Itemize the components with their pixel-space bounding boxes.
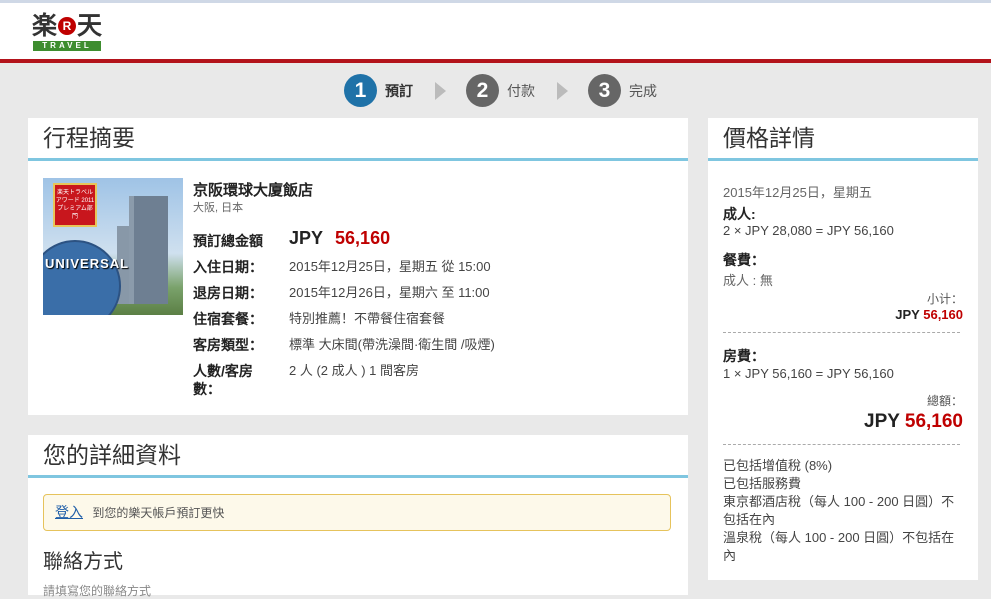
grand-total-amount: 56,160	[904, 411, 963, 432]
plan-row: 住宿套餐： 特別推薦！不帶餐住宿套餐	[193, 310, 445, 328]
room-fee-label: 房費：	[723, 348, 765, 364]
step-complete: 3 完成	[588, 74, 657, 107]
subtotal-amount: 56,160	[923, 307, 963, 322]
award-badge: 楽天トラベル アワード 2011 プレミアム部門	[53, 183, 97, 227]
tax-note: 已包括服務費	[723, 476, 802, 491]
rakuten-travel-logo[interactable]: 楽 R 天 TRAVEL	[32, 12, 104, 52]
total-label: 預訂總金額	[193, 233, 263, 249]
step-booking: 1 預訂	[344, 74, 413, 107]
subtotal-value: JPY 56,160	[895, 307, 963, 322]
info-label: 退房日期：	[193, 285, 263, 301]
checkin-row: 入住日期： 2015年12月25日，星期五 從 15:00	[193, 258, 491, 276]
total-label: 總額：	[926, 394, 963, 408]
step-number: 3	[588, 74, 621, 107]
panel-title: 您的詳細資料	[28, 435, 688, 478]
step-number: 2	[466, 74, 499, 107]
logo-char-left: 楽	[32, 11, 58, 40]
total-amount: 56,160	[335, 228, 391, 248]
hotel-name: 京阪環球大廈飯店	[193, 182, 314, 199]
price-details-panel: 價格詳情 2015年12月25日，星期五 成人: 2 × JPY 28,080 …	[708, 118, 978, 580]
your-details-panel: 您的詳細資料 登入 到您的樂天帳戶預訂更快 聯絡方式 請填寫您的聯絡方式	[28, 435, 688, 598]
divider	[723, 332, 960, 333]
step-arrow-icon	[435, 81, 446, 100]
info-label: 客房類型：	[193, 337, 263, 353]
info-value: 特別推薦！不帶餐住宿套餐	[289, 311, 446, 326]
subtotal-label: 小计：	[926, 292, 963, 306]
checkout-row: 退房日期： 2015年12月26日，星期六 至 11:00	[193, 284, 490, 302]
info-value: 2015年12月26日，星期六 至 11:00	[289, 285, 490, 300]
logo-travel-bar: TRAVEL	[33, 41, 101, 51]
step-label: 付款	[507, 82, 535, 99]
contact-section-title: 聯絡方式	[43, 551, 123, 573]
hotel-location: 大阪, 日本	[193, 202, 244, 214]
step-label: 完成	[629, 82, 657, 99]
total-row: 預訂總金額 JPY 56,160	[193, 228, 390, 250]
info-label: 住宿套餐：	[193, 311, 263, 327]
tax-note: 東京都酒店稅（每人 100 - 200 日圓）不包括在內	[723, 494, 955, 527]
logo-char-right: 天	[77, 11, 103, 40]
login-link[interactable]: 登入	[55, 504, 83, 520]
room-type-row: 客房類型： 標準 大床間(帶洗澡間·衛生間 /吸煙)	[193, 336, 495, 354]
globe-icon	[43, 240, 121, 315]
step-payment: 2 付款	[466, 74, 535, 107]
tax-note: 溫泉稅（每人 100 - 200 日圓）不包括在內	[723, 530, 955, 563]
subtotal-currency: JPY	[895, 307, 920, 322]
site-header: 楽 R 天 TRAVEL	[0, 3, 991, 63]
adult-calculation: 2 × JPY 28,080 = JPY 56,160	[723, 223, 894, 238]
contact-section-subtitle: 請填寫您的聯絡方式	[43, 584, 152, 598]
meal-label: 餐費：	[723, 252, 765, 268]
step-label: 預訂	[385, 82, 413, 99]
info-label: 人數/客房數：	[193, 363, 253, 397]
adult-label: 成人:	[723, 206, 756, 222]
panel-title: 行程摘要	[28, 118, 688, 161]
globe-lettering: UNIVERSAL	[45, 256, 130, 271]
hotel-building	[129, 196, 168, 304]
guests-row: 人數/客房數： 2 人 (2 成人 ) 1 間客房	[193, 362, 419, 398]
hotel-photo: UNIVERSAL 楽天トラベル アワード 2011 プレミアム部門	[43, 178, 183, 315]
total-value: JPY 56,160	[289, 228, 390, 249]
meal-value: 成人 : 無	[723, 273, 773, 288]
step-arrow-icon	[557, 81, 568, 100]
tax-note: 已包括增值稅 (8%)	[723, 458, 833, 473]
logo-r-icon: R	[58, 17, 77, 35]
divider	[723, 444, 960, 445]
total-currency: JPY	[289, 228, 324, 248]
info-value: 標準 大床間(帶洗澡間·衛生間 /吸煙)	[289, 337, 495, 352]
grand-total-value: JPY 56,160	[864, 411, 963, 433]
booking-progress: 1 預訂 2 付款 3 完成	[344, 74, 657, 107]
info-label: 入住日期：	[193, 259, 263, 275]
login-prompt-text: 到您的樂天帳戶預訂更快	[92, 506, 225, 520]
info-value: 2 人 (2 成人 ) 1 間客房	[289, 363, 420, 378]
itinerary-summary-panel: 行程摘要 UNIVERSAL 楽天トラベル アワード 2011 プレミアム部門 …	[28, 118, 688, 415]
step-number: 1	[344, 74, 377, 107]
info-value: 2015年12月25日，星期五 從 15:00	[289, 259, 491, 274]
room-fee-calculation: 1 × JPY 56,160 = JPY 56,160	[723, 366, 894, 381]
logo-wordmark: 楽 R 天	[32, 12, 102, 40]
login-prompt: 登入 到您的樂天帳戶預訂更快	[43, 494, 671, 531]
grand-total-currency: JPY	[864, 411, 900, 432]
price-date: 2015年12月25日，星期五	[723, 185, 872, 200]
panel-title: 價格詳情	[708, 118, 978, 161]
